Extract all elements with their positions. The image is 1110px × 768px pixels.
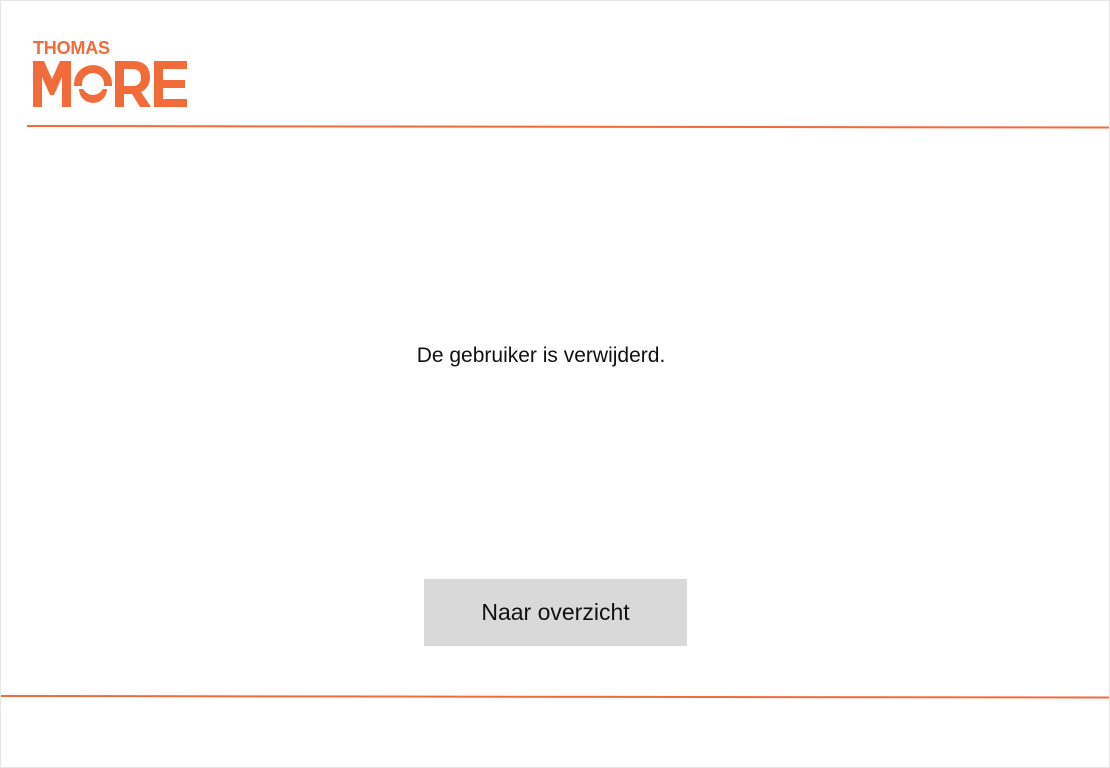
- thomas-more-logo: THOMAS: [33, 39, 187, 111]
- naar-overzicht-button[interactable]: Naar overzicht: [424, 579, 687, 646]
- logo-top-text: THOMAS: [33, 38, 110, 58]
- naar-overzicht-button-label: Naar overzicht: [481, 599, 630, 625]
- page-frame: THOMAS De gebruiker is verwijderd. Naar …: [0, 0, 1110, 768]
- bottom-divider: [1, 695, 1109, 699]
- top-divider: [26, 125, 1109, 129]
- confirmation-message: De gebruiker is verwijderd.: [1, 341, 1081, 371]
- logo-bottom-mark: [33, 61, 187, 107]
- confirmation-message-text: De gebruiker is verwijderd.: [416, 344, 666, 367]
